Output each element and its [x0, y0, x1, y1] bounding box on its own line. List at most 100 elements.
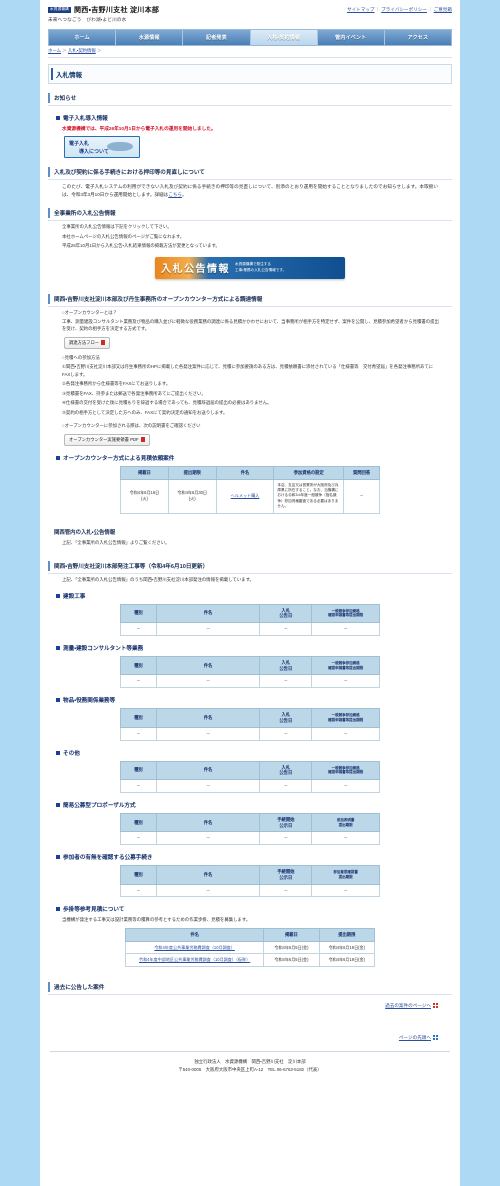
col-kenmei: 件名: [155, 865, 261, 885]
breadcrumb-home[interactable]: ホーム: [48, 48, 61, 53]
open-counter-manual-button[interactable]: オープンカウンター実施要領書 PDF: [64, 433, 150, 446]
table-row: 令和4年度公共事業労務費調査（10月調査） 令和4年6月5日(金) 令和4年6月…: [124, 940, 376, 955]
ouin-body-text: このたび、電子入札システムの利用ができない入札及び契約に係る手続きの押印等の見直…: [62, 183, 452, 199]
open-counter-table: 掲載日 提出期限 件名 参加資格の設定 質問回答 令和4年6月16日 (火) 令…: [120, 465, 380, 514]
external-link-icon: [433, 1003, 438, 1009]
table-header-row: 種別 件名 入札 公告日 一般競争参加資格 確認申請書等提出期限: [120, 655, 380, 676]
organization-name: 関西・吉野川支社 淀川本部: [73, 7, 160, 14]
procurement-flow-label: 調達方法フロー: [69, 339, 100, 345]
col-shubetsu: 種別: [120, 760, 157, 781]
feedback-link[interactable]: ご意見箱: [434, 7, 452, 12]
procurement-flow-button[interactable]: 調達方法フロー: [64, 336, 111, 349]
table-header-row: 種別 件名 入札 公告日 一般競争参加資格 確認申請書等提出期限: [120, 760, 380, 781]
table-header-row: 件名 掲載日 提出期限: [124, 927, 376, 942]
breadcrumb-current[interactable]: 入札・契約情報: [68, 48, 96, 53]
reference-estimate-link[interactable]: 令和4年度中部地区公共事業労務費調査（10月調査）（仮称）: [139, 957, 250, 962]
pdf-icon: [101, 339, 107, 346]
cell-kigen: －: [311, 674, 380, 689]
col-shubetsu: 種別: [120, 812, 157, 833]
table-row: 令和4年度中部地区公共事業労務費調査（10月調査）（仮称） 令和4年6月5日(金…: [124, 953, 376, 968]
past-announcements-link[interactable]: 過去の案件のページへ: [385, 1003, 431, 1008]
bullet-square-icon: [56, 750, 60, 755]
page-top-link[interactable]: ページの先頭へ: [399, 1035, 431, 1040]
bullet-square-icon: [56, 593, 60, 598]
subheading-open-counter-table: オープンカウンター方式による見積依頼案件: [56, 454, 452, 462]
col-shinsei-kigen: 一般競争参加資格 確認申請書等提出期限: [311, 708, 380, 728]
nav-item-water-source[interactable]: 水源情報: [116, 30, 184, 45]
main-navigation: ホーム 水源情報 記者発表 入札・契約情報 管内イベント アクセス: [48, 29, 452, 46]
open-counter-join-item-5: ⑤契約の相手方として決定した方へのみ、FAXにて契約決定の通知をお送りします。: [62, 409, 228, 415]
group-heading-label: 簡易公募型プロポーザル方式: [63, 802, 136, 809]
privacy-policy-link[interactable]: プライバシーポリシー: [381, 7, 427, 12]
cell-kigen: －: [311, 831, 380, 846]
section-heading-ouin: 入札及び契約に係る手続きにおける押印等の見直しについて: [48, 165, 452, 180]
reference-estimate-link[interactable]: 令和4年度公共事業労務費調査（10月調査）: [154, 945, 235, 950]
table-row: － － － －: [120, 622, 380, 636]
cell-shubetsu: －: [120, 831, 157, 846]
cell-koujibi: －: [259, 883, 313, 898]
col-shinsei-kigen: 一般競争参加資格 確認申請書等提出期限: [311, 760, 380, 781]
zenjigyosho-line3: 平成26年10月1日から入札公告・入札結果情報の掲載方法が変更となっています。: [62, 243, 220, 249]
cell-shitsumon: －: [343, 478, 380, 514]
cell-kokokubi: －: [259, 622, 313, 636]
nav-item-press-release[interactable]: 記者発表: [183, 30, 251, 45]
bullet-square-icon: [56, 802, 60, 807]
open-counter-join-item-2: ②各発注事務所から仕様書等をFAXにてお送りします。: [62, 381, 171, 387]
nav-item-access[interactable]: アクセス: [385, 30, 451, 45]
open-counter-join-item-4: ④仕様書の交付を受けた後に見積もりを辞退する場合であっても、見積辞退届の提出の必…: [62, 400, 272, 406]
subheading-ebid: 電子入札導入情報: [56, 114, 452, 122]
section-heading-open-counter: 関西・吉野川支社淀川本部及び丹生事務所のオープンカウンター方式による調達情報: [48, 292, 452, 307]
cell-keisaibi: 令和4年6月5日(金): [263, 940, 320, 955]
consultant-table: 種別 件名 入札 公告日 一般競争参加資格 確認申請書等提出期限 － － － －: [120, 655, 380, 689]
group-heading-label: 建設工事: [63, 593, 86, 600]
open-counter-join-title: ○見積への参加方法: [62, 354, 100, 360]
col-koujibi: 手続開始 公示日: [259, 812, 313, 833]
group-heading-label: 測量・建設コンサルタント等業務: [63, 645, 144, 652]
banner-sub-line2: 工事・業務の入札公告情報です。: [235, 267, 287, 272]
yodogawa-body: 上記、「全事業所の入札公告情報」のうち関西・吉野川支社淀川本部発注の情報を掲載し…: [62, 577, 254, 583]
col-kenmei: 件名: [155, 812, 261, 833]
link-separator-2: ｜: [428, 7, 433, 12]
reference-estimate-table: 件名 掲載日 提出期限 令和4年度公共事業労務費調査（10月調査） 令和4年6月…: [124, 927, 376, 968]
col-sankahyomei-kigen: 参加表明書 提出期限: [311, 812, 380, 833]
site-identity: 水資源機構 関西・吉野川支社 淀川本部: [48, 5, 159, 15]
col-keisaibi: 掲載日: [263, 927, 320, 942]
sitemap-link[interactable]: サイトマップ: [347, 7, 375, 12]
subheading-construction: 建設工事: [56, 592, 452, 600]
cell-teishutsu: 令和4年6月30日 (火): [167, 478, 217, 514]
bullet-square-icon: [56, 698, 60, 703]
cell-kenmei: －: [155, 622, 261, 636]
bullet-square-icon: [56, 645, 60, 650]
col-teishutsu: 提出期限: [318, 927, 376, 942]
col-ishikakunin-kigen: 参加意思確認書 提出期限: [311, 865, 380, 885]
open-counter-item-link[interactable]: ヘルメット購入: [231, 493, 260, 498]
nav-item-home[interactable]: ホーム: [49, 30, 117, 45]
col-shinsei-kigen: 一般競争参加資格 確認申請書等提出期限: [311, 603, 380, 624]
nav-item-bid-contract[interactable]: 入札・契約情報: [250, 30, 318, 45]
table-row: － － － －: [120, 883, 380, 898]
ebid-notice-text: 水資源機構では、平成26年10月1日から電子入札の運用を開始しました。: [62, 126, 216, 131]
group-heading-label: 物品・役務関係業務等: [63, 698, 116, 705]
table-row: － － － －: [120, 831, 380, 846]
kansai-kannai-body: 上記、「全事業所の入札公告情報」よりご覧ください。: [62, 539, 170, 545]
ebid-banner[interactable]: 電子入札 導入について: [64, 136, 140, 158]
breadcrumb: ホーム ＞ 入札・契約情報 ＞: [48, 48, 452, 58]
goods-services-table: 種別 件名 入札 公告日 一般競争参加資格 確認申請書等提出期限 － － － －: [120, 708, 380, 741]
open-counter-table-title: オープンカウンター方式による見積依頼案件: [63, 455, 175, 462]
group-heading-label: その他: [63, 750, 80, 757]
bullet-square-icon: [56, 455, 60, 460]
col-kokokubi: 入札 公告日: [259, 760, 313, 781]
subheading-ebid-label: 電子入札導入情報: [63, 116, 108, 122]
kansai-kannai-label: 関西管内の入札・公告情報: [54, 529, 116, 536]
ouin-detail-link[interactable]: こちら: [168, 192, 182, 197]
cell-shubetsu: －: [120, 622, 157, 636]
nav-item-events[interactable]: 管内イベント: [318, 30, 385, 45]
bid-announcement-banner[interactable]: 入札公告情報 水資源機構で発注する 工事・業務の入札公告情報です。: [155, 256, 345, 279]
ouin-body-main: このたび、電子入札システムの利用ができない入札及び契約に係る手続きの押印等の見直…: [62, 184, 438, 198]
group-heading-label: 参加者の有無を確認する公募手続き: [63, 855, 153, 862]
cell-kokokubi: －: [259, 674, 313, 689]
cell-kenmei: 令和4年度中部地区公共事業労務費調査（10月調査）（仮称）: [124, 953, 265, 968]
bid-announcement-banner-title: 入札公告情報: [161, 264, 230, 276]
ouin-body-tail: 。: [182, 192, 187, 198]
subheading-goods-services: 物品・役務関係業務等: [56, 696, 452, 704]
